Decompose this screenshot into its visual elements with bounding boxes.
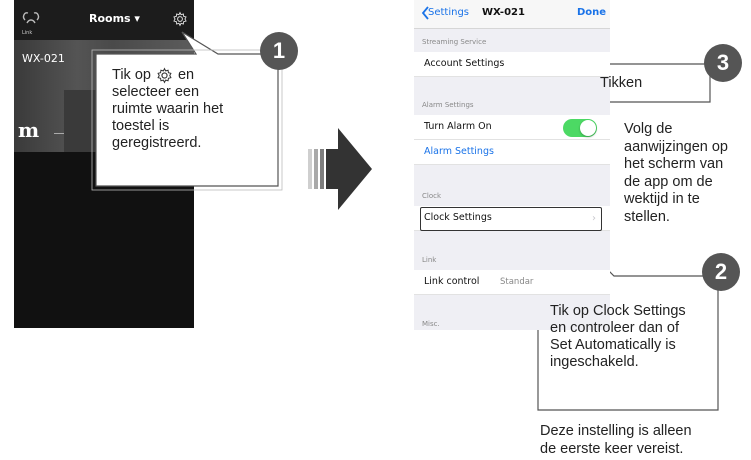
step1-text: Tik op en selecteer een ruimte waarin he… (112, 67, 272, 152)
left-phone-screen: Link Rooms ▾ WX-021 m (14, 0, 194, 328)
step2-badge: 2 (702, 253, 740, 291)
logo-divider (54, 133, 64, 134)
page-title: WX-021 (482, 7, 525, 18)
step2-text: Tik op Clock Settings en controleer dan … (550, 303, 720, 371)
step3-note-line6: stellen. (624, 208, 670, 225)
turn-alarm-on-label: Turn Alarm On (424, 121, 492, 132)
link-icon[interactable] (20, 6, 42, 30)
step3-note-line4: de app om de (624, 173, 713, 190)
link-control-value: Standar (500, 277, 534, 287)
step3-note-line2: aanwijzingen op (624, 138, 728, 155)
section-misc: Misc. (422, 320, 440, 328)
alarm-toggle-knob (580, 120, 596, 136)
footnote: Deze instelling is alleen de eerste keer… (540, 423, 750, 458)
next-step-arrow (308, 128, 372, 210)
settings-nav-bar: Settings WX-021 Done (414, 0, 610, 29)
brand-logo: m (18, 118, 40, 142)
device-name: WX-021 (22, 52, 65, 65)
gear-icon[interactable] (172, 11, 188, 27)
section-clock: Clock (422, 192, 442, 200)
alarm-settings-link[interactable]: Alarm Settings (424, 146, 494, 157)
rooms-header-bar: Link Rooms ▾ (14, 0, 194, 40)
step1-line4: toestel is (112, 118, 170, 134)
step1-line2: selecteer een (112, 84, 200, 100)
step3-note-line3: het scherm van (624, 156, 724, 172)
clock-settings-highlight (420, 207, 602, 231)
section-alarm: Alarm Settings (422, 101, 474, 109)
done-button[interactable]: Done (577, 7, 606, 18)
step2-line3: Set Automatically is (550, 337, 676, 353)
gear-icon (157, 67, 172, 84)
row-link-control[interactable]: Link control Standar (414, 270, 610, 295)
step3-note: Volg de aanwijzingen op het scherm van d… (624, 121, 751, 226)
alarm-toggle[interactable] (563, 119, 597, 137)
step3-note-line1: Volg de (624, 121, 673, 137)
step1-line5: geregistreerd. (112, 135, 202, 151)
step2-line1: Tik op Clock Settings (550, 303, 686, 319)
rooms-selector[interactable]: Rooms ▾ (89, 12, 140, 25)
step1-line1-after: en (177, 67, 195, 83)
section-link: Link (422, 256, 437, 264)
step3-text: Tikken (600, 75, 643, 91)
footnote-line1: Deze instelling is alleen (540, 423, 692, 439)
row-account-settings[interactable]: Account Settings (414, 52, 610, 77)
section-streaming: Streaming Service (422, 38, 487, 46)
footnote-line2: de eerste keer vereist. (540, 440, 684, 457)
back-button[interactable]: Settings (428, 7, 469, 18)
link-label: Link (22, 30, 33, 36)
room-card-shadow (64, 90, 114, 152)
step1-line1: Tik op en (112, 67, 272, 84)
step1-badge: 1 (260, 32, 298, 70)
step3-note-line5: wektijd in te (624, 191, 700, 207)
step2-line2: en controleer dan of (550, 320, 679, 336)
account-settings-label: Account Settings (424, 58, 505, 69)
row-turn-alarm-on: Turn Alarm On (414, 115, 610, 140)
right-phone-screen: Settings WX-021 Done Streaming Service A… (414, 0, 610, 330)
link-control-label: Link control (424, 276, 480, 287)
step1-line3: ruimte waarin het (112, 101, 224, 117)
step2-line4: ingeschakeld. (550, 354, 639, 370)
step1-line1-before: Tik op (112, 67, 151, 83)
row-alarm-settings[interactable]: Alarm Settings (414, 140, 610, 165)
